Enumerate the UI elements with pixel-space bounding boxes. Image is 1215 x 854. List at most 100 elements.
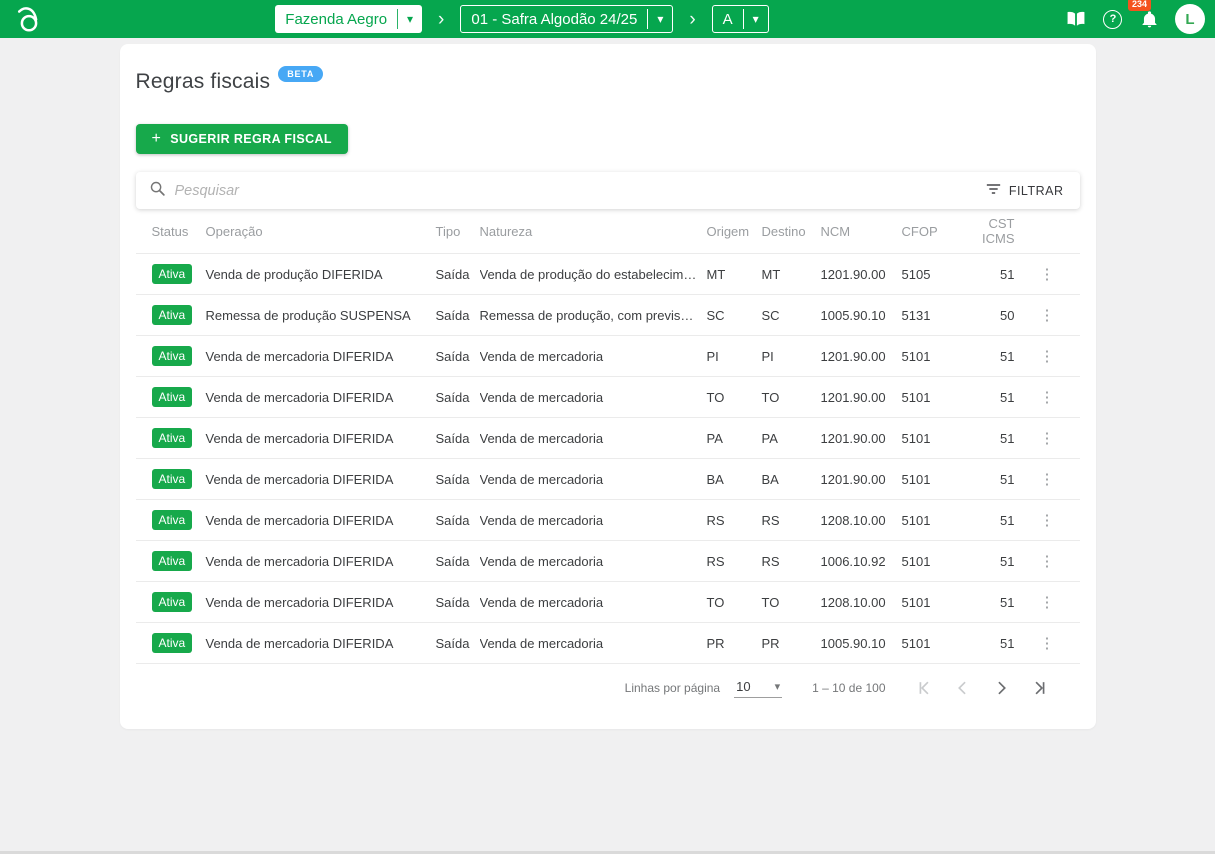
filter-button[interactable]: FILTRAR (986, 183, 1064, 198)
cell-tipo: Saída (436, 636, 480, 651)
avatar-initial: L (1185, 11, 1194, 28)
search-icon (149, 180, 166, 202)
rows-per-page-select[interactable]: 10 ▾ (734, 677, 782, 698)
cell-operacao: Venda de mercadoria DIFERIDA (206, 472, 436, 487)
column-header-origem: Origem (707, 224, 762, 239)
season-selector[interactable]: 01 - Safra Algodão 24/25 ▾ (460, 5, 673, 33)
cell-ncm: 1201.90.00 (821, 472, 902, 487)
cell-origem: RS (707, 554, 762, 569)
cell-natureza: Venda de mercadoria (480, 636, 707, 651)
status-badge: Ativa (152, 264, 193, 284)
status-badge: Ativa (152, 633, 193, 653)
cell-ncm: 1006.10.92 (821, 554, 902, 569)
row-menu-kebab-icon[interactable]: ⋮ (1034, 427, 1061, 450)
cell-tipo: Saída (436, 554, 480, 569)
status-badge: Ativa (152, 469, 193, 489)
table-row[interactable]: Ativa Venda de mercadoria DIFERIDA Saída… (136, 335, 1080, 376)
cell-cst-icms: 51 (966, 390, 1015, 405)
cell-destino: BA (762, 472, 821, 487)
row-menu-kebab-icon[interactable]: ⋮ (1034, 304, 1061, 327)
cell-cfop: 5101 (902, 595, 966, 610)
cell-cst-icms: 51 (966, 349, 1015, 364)
cell-cst-icms: 51 (966, 472, 1015, 487)
cell-cfop: 5101 (902, 554, 966, 569)
farm-selector[interactable]: Fazenda Aegro ▾ (275, 5, 422, 33)
pagination-nav (912, 675, 1052, 701)
row-menu-kebab-icon[interactable]: ⋮ (1034, 263, 1061, 286)
cell-natureza: Venda de produção do estabelecimento (480, 267, 707, 282)
row-menu-kebab-icon[interactable]: ⋮ (1034, 591, 1061, 614)
table-row[interactable]: Ativa Venda de mercadoria DIFERIDA Saída… (136, 376, 1080, 417)
caret-down-icon: ▾ (398, 5, 422, 33)
row-menu-kebab-icon[interactable]: ⋮ (1034, 550, 1061, 573)
cell-cst-icms: 51 (966, 636, 1015, 651)
table-row[interactable]: Ativa Venda de produção DIFERIDA Saída V… (136, 253, 1080, 294)
status-badge: Ativa (152, 510, 193, 530)
cell-cfop: 5101 (902, 390, 966, 405)
cell-destino: MT (762, 267, 821, 282)
status-badge: Ativa (152, 592, 193, 612)
cell-cst-icms: 51 (966, 267, 1015, 282)
cell-operacao: Venda de mercadoria DIFERIDA (206, 349, 436, 364)
cell-natureza: Venda de mercadoria (480, 513, 707, 528)
cell-cfop: 5101 (902, 636, 966, 651)
plot-selector[interactable]: A ▾ (712, 5, 769, 33)
cell-cfop: 5101 (902, 513, 966, 528)
column-header-destino: Destino (762, 224, 821, 239)
row-menu-kebab-icon[interactable]: ⋮ (1034, 386, 1061, 409)
cell-operacao: Remessa de produção SUSPENSA (206, 308, 436, 323)
cell-destino: PA (762, 431, 821, 446)
suggest-fiscal-rule-button[interactable]: + SUGERIR REGRA FISCAL (136, 124, 348, 154)
previous-page-button[interactable] (950, 675, 976, 701)
appbar-actions: ? 234 L (1062, 4, 1205, 34)
search-input[interactable] (175, 183, 986, 199)
row-menu-kebab-icon[interactable]: ⋮ (1034, 632, 1061, 655)
table-row[interactable]: Ativa Venda de mercadoria DIFERIDA Saída… (136, 417, 1080, 458)
table-row[interactable]: Ativa Venda de mercadoria DIFERIDA Saída… (136, 458, 1080, 499)
cell-cfop: 5101 (902, 431, 966, 446)
rows-per-page-value: 10 (736, 679, 750, 694)
last-page-button[interactable] (1026, 675, 1052, 701)
cell-ncm: 1201.90.00 (821, 267, 902, 282)
cell-operacao: Venda de mercadoria DIFERIDA (206, 636, 436, 651)
cell-origem: BA (707, 472, 762, 487)
table-row[interactable]: Ativa Venda de mercadoria DIFERIDA Saída… (136, 622, 1080, 663)
cell-natureza: Venda de mercadoria (480, 431, 707, 446)
next-page-button[interactable] (988, 675, 1014, 701)
title-row: Regras fiscais BETA (136, 60, 1080, 94)
column-header-natureza: Natureza (480, 224, 707, 239)
help-icon[interactable]: ? (1099, 5, 1127, 33)
cell-destino: TO (762, 390, 821, 405)
first-page-button[interactable] (912, 675, 938, 701)
user-avatar[interactable]: L (1175, 4, 1205, 34)
cell-ncm: 1201.90.00 (821, 390, 902, 405)
row-menu-kebab-icon[interactable]: ⋮ (1034, 345, 1061, 368)
cell-origem: MT (707, 267, 762, 282)
table-row[interactable]: Ativa Venda de mercadoria DIFERIDA Saída… (136, 581, 1080, 622)
knowledge-book-icon[interactable] (1062, 5, 1090, 33)
cell-destino: SC (762, 308, 821, 323)
column-header-status: Status (152, 224, 206, 239)
breadcrumb-chevron-icon: › (683, 10, 701, 29)
cell-destino: RS (762, 513, 821, 528)
cell-natureza: Venda de mercadoria (480, 349, 707, 364)
notifications-bell-icon[interactable]: 234 (1136, 5, 1164, 33)
cell-cst-icms: 50 (966, 308, 1015, 323)
status-badge: Ativa (152, 387, 193, 407)
row-menu-kebab-icon[interactable]: ⋮ (1034, 468, 1061, 491)
filter-icon (986, 183, 1001, 198)
row-menu-kebab-icon[interactable]: ⋮ (1034, 509, 1061, 532)
aegro-logo-icon[interactable] (12, 2, 46, 36)
table-row[interactable]: Ativa Venda de mercadoria DIFERIDA Saída… (136, 540, 1080, 581)
status-badge: Ativa (152, 428, 193, 448)
status-badge: Ativa (152, 305, 193, 325)
cell-tipo: Saída (436, 349, 480, 364)
table-row[interactable]: Ativa Venda de mercadoria DIFERIDA Saída… (136, 499, 1080, 540)
table-row[interactable]: Ativa Remessa de produção SUSPENSA Saída… (136, 294, 1080, 335)
cell-tipo: Saída (436, 472, 480, 487)
cell-ncm: 1208.10.00 (821, 595, 902, 610)
cell-cfop: 5101 (902, 472, 966, 487)
farm-selector-label: Fazenda Aegro (275, 5, 397, 33)
cell-natureza: Venda de mercadoria (480, 472, 707, 487)
cell-cst-icms: 51 (966, 513, 1015, 528)
